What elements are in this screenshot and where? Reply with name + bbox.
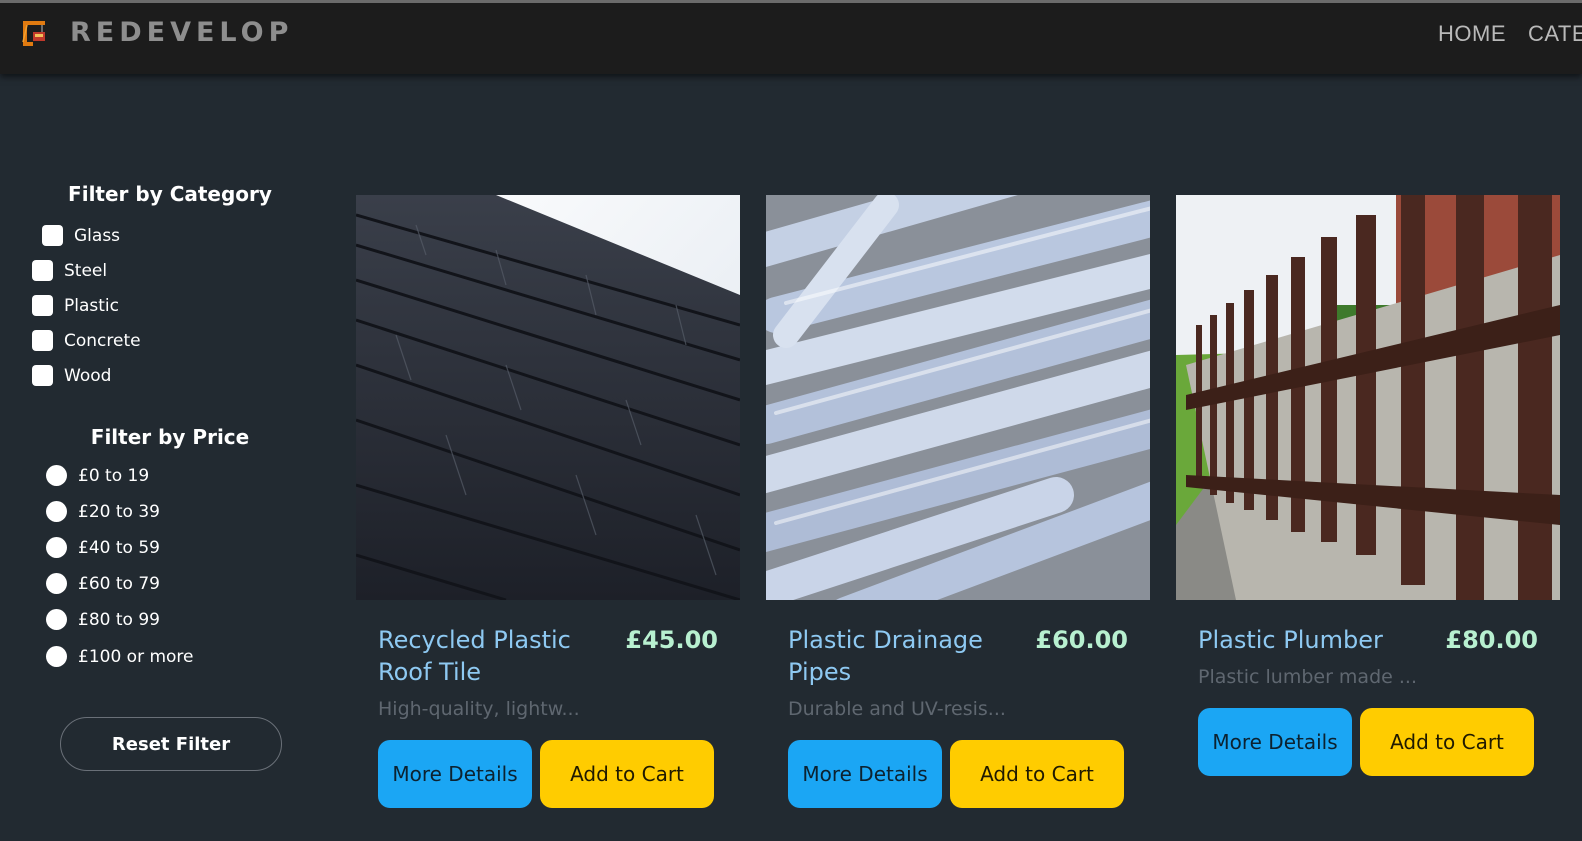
- price-filter-title: Filter by Price: [90, 425, 250, 449]
- product-description: Durable and UV-resis...: [788, 698, 1006, 720]
- product-price: £80.00: [1445, 626, 1538, 654]
- brand[interactable]: REDEVELOP: [20, 17, 293, 48]
- steel-checkbox[interactable]: [32, 260, 53, 281]
- price-radio[interactable]: [46, 573, 67, 594]
- product-price: £45.00: [625, 626, 718, 654]
- price-radio[interactable]: [46, 609, 67, 630]
- price-label: £100 or more: [78, 646, 194, 667]
- price-radio[interactable]: [46, 501, 67, 522]
- add-to-cart-button[interactable]: Add to Cart: [1360, 708, 1534, 776]
- card-actions: More Details Add to Cart: [378, 740, 718, 808]
- card-actions: More Details Add to Cart: [1198, 708, 1538, 776]
- glass-label: Glass: [74, 225, 121, 246]
- product-price: £60.00: [1035, 626, 1128, 654]
- price-label: £20 to 39: [78, 501, 160, 522]
- product-card: Recycled Plastic Roof Tile £45.00 High-q…: [356, 195, 740, 808]
- product-title[interactable]: Plastic Plumber: [1198, 624, 1438, 656]
- price-option-60-79[interactable]: £60 to 79: [46, 573, 160, 594]
- plastic-checkbox[interactable]: [32, 295, 53, 316]
- product-title[interactable]: Recycled Plastic Roof Tile: [378, 624, 618, 688]
- card-header: Plastic Drainage Pipes £60.00: [766, 624, 1150, 688]
- category-option-concrete[interactable]: Concrete: [32, 330, 141, 351]
- product-description: High-quality, lightw...: [378, 698, 580, 720]
- price-label: £60 to 79: [78, 573, 160, 594]
- price-radio[interactable]: [46, 646, 67, 667]
- category-option-plastic[interactable]: Plastic: [32, 295, 119, 316]
- price-radio[interactable]: [46, 537, 67, 558]
- price-option-40-59[interactable]: £40 to 59: [46, 537, 160, 558]
- price-option-20-39[interactable]: £20 to 39: [46, 501, 160, 522]
- add-to-cart-button[interactable]: Add to Cart: [950, 740, 1124, 808]
- price-option-80-99[interactable]: £80 to 99: [46, 609, 160, 630]
- more-details-button[interactable]: More Details: [788, 740, 942, 808]
- card-header: Plastic Plumber £80.00: [1176, 624, 1560, 656]
- roof-tile-image[interactable]: [356, 195, 740, 600]
- glass-checkbox[interactable]: [42, 225, 63, 246]
- card-header: Recycled Plastic Roof Tile £45.00: [356, 624, 740, 688]
- price-option-0-19[interactable]: £0 to 19: [46, 465, 149, 486]
- plastic-label: Plastic: [64, 295, 119, 316]
- wood-label: Wood: [64, 365, 112, 386]
- category-option-glass[interactable]: Glass: [42, 225, 120, 246]
- product-card: Plastic Plumber £80.00 Plastic lumber ma…: [1176, 195, 1560, 776]
- category-option-steel[interactable]: Steel: [32, 260, 107, 281]
- reset-filter-button[interactable]: Reset Filter: [60, 717, 282, 771]
- add-to-cart-button[interactable]: Add to Cart: [540, 740, 714, 808]
- price-label: £80 to 99: [78, 609, 160, 630]
- crane-icon: [20, 18, 50, 48]
- nav-links: HOME CATE: [1438, 21, 1582, 47]
- navbar: REDEVELOP HOME CATE: [0, 0, 1582, 74]
- product-title[interactable]: Plastic Drainage Pipes: [788, 624, 1028, 688]
- price-label: £40 to 59: [78, 537, 160, 558]
- plastic-fence-image[interactable]: [1176, 195, 1560, 600]
- concrete-label: Concrete: [64, 330, 141, 351]
- price-radio[interactable]: [46, 465, 67, 486]
- more-details-button[interactable]: More Details: [378, 740, 532, 808]
- price-label: £0 to 19: [78, 465, 150, 486]
- category-option-wood[interactable]: Wood: [32, 365, 111, 386]
- card-actions: More Details Add to Cart: [788, 740, 1128, 808]
- brand-name: REDEVELOP: [70, 17, 294, 48]
- price-option-100-plus[interactable]: £100 or more: [46, 646, 194, 667]
- concrete-checkbox[interactable]: [32, 330, 53, 351]
- steel-label: Steel: [64, 260, 108, 281]
- category-filter-title: Filter by Category: [68, 182, 272, 206]
- product-card: Plastic Drainage Pipes £60.00 Durable an…: [766, 195, 1150, 808]
- more-details-button[interactable]: More Details: [1198, 708, 1352, 776]
- drainage-pipes-image[interactable]: [766, 195, 1150, 600]
- product-description: Plastic lumber made ...: [1198, 666, 1417, 688]
- nav-home[interactable]: HOME: [1438, 21, 1506, 47]
- wood-checkbox[interactable]: [32, 365, 53, 386]
- nav-categories[interactable]: CATE: [1528, 21, 1582, 47]
